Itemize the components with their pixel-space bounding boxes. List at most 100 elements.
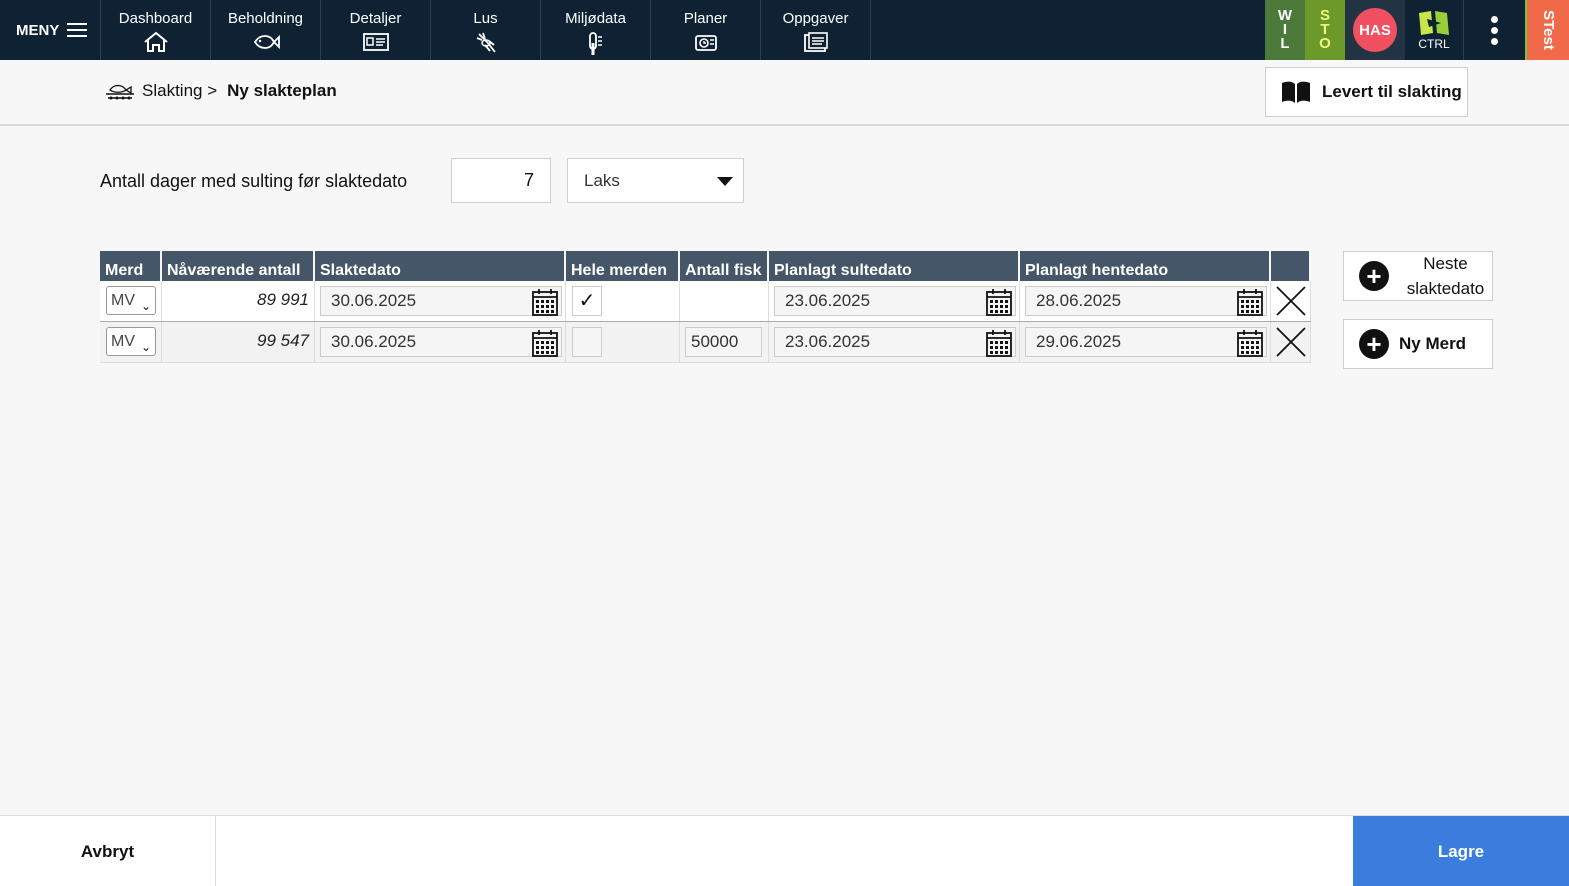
tile-letter: L bbox=[1280, 35, 1290, 52]
close-icon bbox=[1275, 286, 1306, 316]
ctrl-tile[interactable]: CTRL bbox=[1405, 0, 1463, 60]
ctrl-logo-icon bbox=[1419, 11, 1449, 35]
column-header-slaktedato: Slaktedato bbox=[315, 251, 566, 281]
hentedato-input[interactable]: 28.06.2025 bbox=[1025, 286, 1267, 316]
more-vertical-icon bbox=[1491, 15, 1498, 45]
cancel-button[interactable]: Avbryt bbox=[0, 816, 216, 886]
delete-row-button[interactable] bbox=[1271, 281, 1311, 321]
hele-merden-cell bbox=[566, 322, 680, 362]
open-book-icon bbox=[1282, 81, 1310, 103]
calendar-icon[interactable] bbox=[531, 287, 559, 317]
slakteplan-table: Merd Nåværende antall Slaktedato Hele me… bbox=[100, 251, 1311, 363]
hentedato-input[interactable]: 29.06.2025 bbox=[1025, 327, 1267, 357]
hele-merden-checkbox[interactable] bbox=[572, 327, 602, 357]
neste-label-line2: slaktedato bbox=[1406, 279, 1485, 298]
top-navigation: MENY Dashboard Beholdning Detaljer Lus M… bbox=[0, 0, 1569, 60]
nav-item-planer[interactable]: Planer bbox=[651, 0, 761, 60]
plans-icon bbox=[694, 35, 717, 51]
menu-label: MENY bbox=[16, 21, 60, 39]
sult-days-input[interactable]: 7 bbox=[451, 158, 551, 203]
environment-label: STest bbox=[1539, 10, 1557, 50]
chevron-down-icon: ⌄ bbox=[140, 340, 151, 354]
column-header-hentedato: Planlagt hentedato bbox=[1020, 251, 1271, 281]
louse-icon bbox=[476, 32, 496, 53]
save-button[interactable]: Lagre bbox=[1353, 816, 1569, 886]
nav-item-label: Beholdning bbox=[227, 10, 304, 27]
nav-item-label: Oppgaver bbox=[782, 10, 849, 27]
menu-button[interactable]: MENY bbox=[0, 0, 101, 60]
antall-fisk-input[interactable]: 50000 bbox=[685, 327, 762, 357]
nav-item-label: Planer bbox=[683, 10, 728, 27]
nav-item-label: Lus bbox=[473, 10, 498, 27]
nav-item-beholdning[interactable]: Beholdning bbox=[211, 0, 321, 60]
slaktedato-input[interactable]: 30.06.2025 bbox=[320, 327, 562, 357]
nav-item-dashboard[interactable]: Dashboard bbox=[101, 0, 211, 60]
nav-item-lus[interactable]: Lus bbox=[431, 0, 541, 60]
fish-icon bbox=[253, 34, 280, 50]
site-tile-wil[interactable]: W I L bbox=[1265, 0, 1305, 60]
merd-cell: MV ⌄ bbox=[100, 281, 162, 321]
more-options-button[interactable] bbox=[1463, 0, 1525, 60]
hele-merden-checkbox[interactable]: ✓ bbox=[572, 286, 602, 316]
tasks-icon bbox=[803, 32, 828, 52]
hamburger-icon bbox=[67, 23, 88, 37]
species-select[interactable]: Laks bbox=[567, 158, 744, 203]
breadcrumb: Slakting > Ny slakteplan bbox=[104, 80, 337, 102]
current-count-cell: 89 991 bbox=[162, 281, 315, 321]
user-avatar: HAS bbox=[1353, 8, 1397, 52]
tile-letter: O bbox=[1319, 35, 1331, 52]
column-header-hele-merden: Hele merden bbox=[566, 251, 680, 281]
ny-merd-label: Ny Merd bbox=[1399, 334, 1467, 353]
column-header-merd: Merd bbox=[100, 251, 162, 281]
sultedato-input[interactable]: 23.06.2025 bbox=[774, 286, 1016, 316]
column-header-current-count: Nåværende antall bbox=[162, 251, 315, 281]
merd-select[interactable]: MV ⌄ bbox=[106, 286, 156, 315]
chevron-down-icon: ⌄ bbox=[140, 299, 151, 313]
nav-item-miljodata[interactable]: Miljødata bbox=[541, 0, 651, 60]
calendar-icon[interactable] bbox=[985, 287, 1013, 317]
nav-item-detaljer[interactable]: Detaljer bbox=[321, 0, 431, 60]
breadcrumb-current: Ny slakteplan bbox=[227, 81, 337, 100]
table-row: MV ⌄ 89 991 30.06.2025 ✓ 23.06.2025 28.06… bbox=[100, 281, 1311, 322]
plus-circle-icon: + bbox=[1359, 329, 1389, 359]
levert-button-label: Levert til slakting bbox=[1322, 82, 1462, 101]
nav-item-oppgaver[interactable]: Oppgaver bbox=[761, 0, 871, 60]
merd-value: MV bbox=[111, 333, 135, 350]
sultedato-input[interactable]: 23.06.2025 bbox=[774, 327, 1016, 357]
date-value: 30.06.2025 bbox=[331, 332, 417, 351]
home-icon bbox=[143, 31, 168, 52]
delete-row-button[interactable] bbox=[1271, 322, 1311, 362]
antall-fisk-cell: 50000 bbox=[680, 322, 769, 362]
merd-select[interactable]: MV ⌄ bbox=[106, 327, 156, 356]
date-value: 30.06.2025 bbox=[331, 291, 417, 310]
hentedato-cell: 28.06.2025 bbox=[1020, 281, 1271, 321]
nav-item-label: Dashboard bbox=[118, 10, 193, 27]
calendar-icon[interactable] bbox=[1236, 328, 1264, 358]
hentedato-cell: 29.06.2025 bbox=[1020, 322, 1271, 362]
neste-slaktedato-button[interactable]: + Neste slaktedato bbox=[1343, 251, 1493, 301]
thermometer-icon bbox=[588, 32, 602, 55]
caret-down-icon bbox=[717, 177, 733, 186]
column-header-actions bbox=[1271, 251, 1311, 281]
species-selected-value: Laks bbox=[584, 171, 620, 190]
breadcrumb-parent[interactable]: Slakting > bbox=[142, 81, 217, 101]
slaktedato-input[interactable]: 30.06.2025 bbox=[320, 286, 562, 316]
calendar-icon[interactable] bbox=[1236, 287, 1264, 317]
user-tile[interactable]: HAS bbox=[1345, 0, 1405, 60]
ny-merd-button[interactable]: + Ny Merd bbox=[1343, 319, 1493, 369]
site-tile-sto[interactable]: S T O bbox=[1305, 0, 1345, 60]
calendar-icon[interactable] bbox=[985, 328, 1013, 358]
table-header: Merd Nåværende antall Slaktedato Hele me… bbox=[100, 251, 1311, 281]
environment-tile[interactable]: STest bbox=[1525, 0, 1569, 60]
calendar-icon[interactable] bbox=[531, 328, 559, 358]
table-row: MV ⌄ 99 547 30.06.2025 50000 23.06.2025 2… bbox=[100, 322, 1311, 363]
neste-label-line1: Neste bbox=[1423, 254, 1468, 273]
levert-til-slakting-button[interactable]: Levert til slakting bbox=[1265, 67, 1468, 117]
hele-merden-cell: ✓ bbox=[566, 281, 680, 321]
current-count-cell: 99 547 bbox=[162, 322, 315, 362]
sultedato-cell: 23.06.2025 bbox=[769, 322, 1020, 362]
slaktedato-cell: 30.06.2025 bbox=[315, 281, 566, 321]
nav-item-label: Detaljer bbox=[349, 10, 402, 27]
date-value: 23.06.2025 bbox=[785, 291, 871, 310]
